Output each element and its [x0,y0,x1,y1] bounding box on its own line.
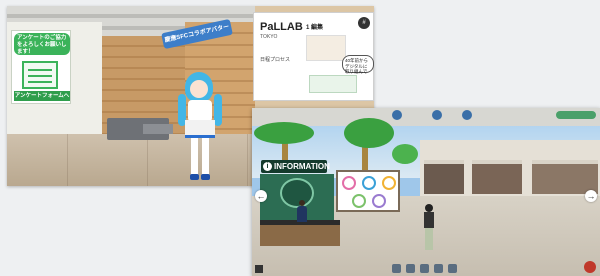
hud-map-icon[interactable] [432,110,442,120]
clipboard-icon [22,61,58,89]
pallab-sign: PaLLAB TOKYO 日程プロセス 1 編集 40年前からデジタルに取り組ん… [253,12,374,101]
shop-front [472,160,522,194]
lobby-bench-back [143,124,173,134]
avatar-hair-tail [214,94,222,126]
palm-leaves [344,118,394,148]
toolbar-chat-icon[interactable] [392,264,401,273]
hud-settings-icon[interactable] [462,110,472,120]
sign-speech-bubble: 40年前からデジタルに取り組んでいる [342,55,374,80]
booth-emblem [280,178,314,208]
pallab-city: TOKYO [260,34,278,40]
corner-icon[interactable] [255,265,263,273]
avatar-leg [202,138,209,176]
avatar-leg [191,138,198,176]
sign-badge [309,75,357,93]
display-board[interactable] [336,170,400,212]
display-circle [362,176,376,190]
sign-left-label: 日程プロセス [260,57,291,63]
display-circle [382,176,396,190]
status-chip[interactable] [556,111,596,119]
hud-user-icon[interactable] [392,110,402,120]
sign-chapter: 1 編集 [306,25,324,31]
pallab-logo: PaLLAB [260,21,303,33]
clipboard-line [28,75,52,77]
display-circle [342,176,356,190]
avatar-shoe [201,174,210,180]
survey-panel[interactable]: アンケートのご協力をよろしくお願いします！ アンケートフォームへ [11,30,71,104]
player-avatar[interactable] [422,204,436,252]
top-hud [392,110,492,120]
player-torso [424,212,434,228]
menu-button[interactable] [584,261,596,273]
display-circle [372,194,386,208]
palm-leaves [254,122,314,144]
display-circle [352,194,366,208]
toolbar-mic-icon[interactable] [434,264,443,273]
sign-illustration [306,35,346,61]
shop-front [532,160,598,194]
clipboard-line [28,81,52,83]
info-icon: i [263,162,272,171]
bottom-toolbar [392,264,472,274]
nav-left-button[interactable]: ← [255,190,267,202]
toolbar-emote-icon[interactable] [420,264,429,273]
information-sign[interactable]: i INFORMATION [261,160,330,173]
information-label: INFORMATION [274,162,330,171]
clipboard-line [28,69,52,71]
avatar-skirt [185,120,215,138]
avatar-body [188,100,212,122]
reception-counter [260,220,340,246]
screenshot-metaverse-plaza: i INFORMATION ← → [252,108,600,276]
blue-hair-avatar[interactable] [178,72,222,186]
toolbar-camera-icon[interactable] [406,264,415,273]
nav-right-button[interactable]: → [585,190,597,202]
shop-front [424,160,464,194]
floor-seam [67,134,68,186]
palm-leaves [392,144,418,164]
reception-attendant[interactable] [297,200,307,222]
survey-bubble: アンケートのご協力をよろしくお願いします！ [14,33,70,55]
floor-seam [247,134,248,186]
avatar-shoe [190,174,199,180]
player-legs [425,228,433,250]
toolbar-help-icon[interactable] [448,264,457,273]
player-head [425,204,433,212]
survey-form-link[interactable]: アンケートフォームへ [14,91,70,101]
floor-seam [147,134,148,186]
hashtag-icon: # [358,17,370,29]
avatar-face [190,80,208,98]
